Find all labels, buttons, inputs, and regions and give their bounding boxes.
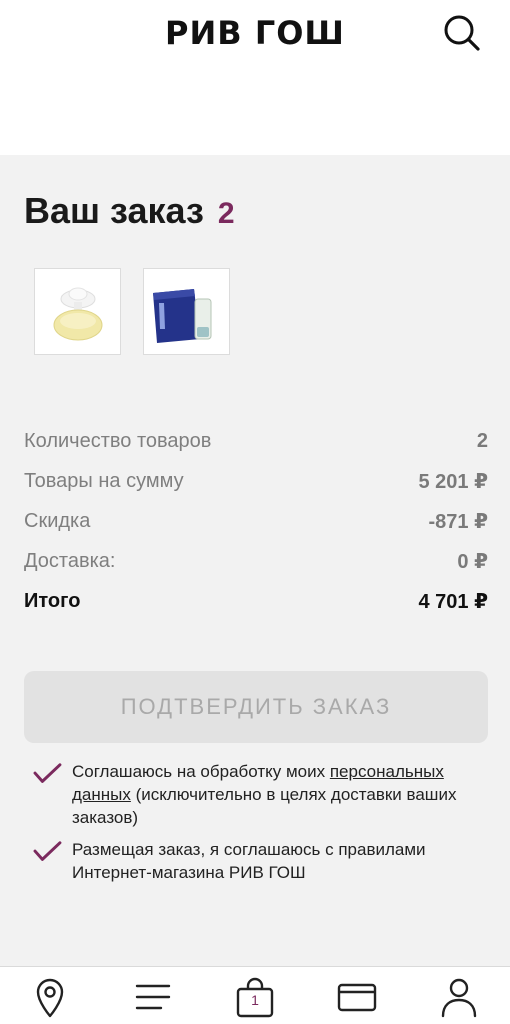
consent-text: Соглашаюсь на обработку моих персональны… [64,760,488,829]
order-count: 2 [217,197,235,230]
product-thumbnail-cosmetic-bag[interactable] [143,268,230,355]
consent-text-before: Соглашаюсь на обработку моих [72,762,330,781]
checkmark-icon[interactable] [30,760,64,786]
summary-row-subtotal: Товары на сумму 5 201 ₽ [24,466,488,496]
summary-value: 5 201 ₽ [418,470,488,493]
summary-label: Количество товаров [24,429,212,452]
summary-value: 0 ₽ [457,550,488,573]
profile-icon[interactable] [437,975,481,1019]
bottom-navigation: 1 [0,966,510,1024]
cosmetic-bag-image [153,289,212,343]
consent-personal-data: Соглашаюсь на обработку моих персональны… [30,760,488,829]
card-icon[interactable] [335,975,379,1019]
order-title: Ваш заказ 2 [24,190,235,232]
cart-button[interactable]: 1 [233,975,277,1019]
summary-value: 2 [476,429,488,452]
summary-row-discount: Скидка -871 ₽ [24,506,488,536]
total-label: Итого [24,589,81,612]
summary-row-quantity: Количество товаров 2 [24,426,488,456]
summary-value: -871 ₽ [428,510,488,533]
summary-label: Скидка [24,509,91,532]
total-value: 4 701 ₽ [418,590,488,613]
confirm-order-button[interactable]: ПОДТВЕРДИТЬ ЗАКАЗ [24,671,488,743]
summary-label: Товары на сумму [24,469,184,492]
product-thumbnail-perfume[interactable] [34,268,121,355]
header: РИВ ГОШ [0,0,510,155]
menu-icon[interactable] [131,975,175,1019]
search-icon[interactable] [443,14,481,52]
summary-label: Доставка: [24,549,116,572]
summary-row-delivery: Доставка: 0 ₽ [24,546,488,576]
summary-row-total: Итого 4 701 ₽ [24,586,488,616]
consent-text: Размещая заказ, я соглашаюсь с правилами… [72,840,426,882]
order-title-text: Ваш заказ [24,190,204,231]
cart-count-badge: 1 [251,992,259,1008]
consent-store-rules: Размещая заказ, я соглашаюсь с правилами… [30,838,488,884]
perfume-bottle-image [53,287,103,341]
logo[interactable]: РИВ ГОШ [0,14,510,52]
location-pin-icon[interactable] [28,975,72,1019]
checkmark-icon[interactable] [30,838,64,864]
